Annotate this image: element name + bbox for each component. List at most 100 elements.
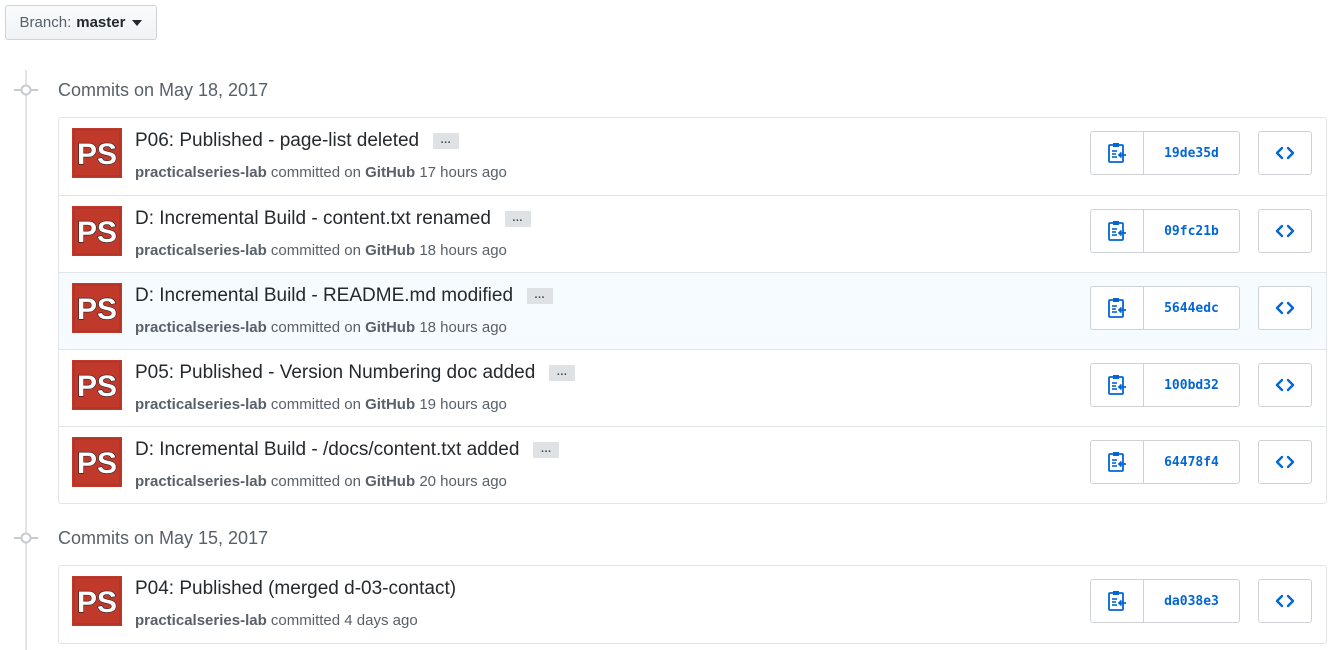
commit-group-title: Commits on May 18, 2017 (58, 80, 269, 100)
clippy-icon (1108, 298, 1126, 318)
branch-label: Branch: (19, 14, 72, 31)
expand-message-button[interactable]: … (433, 133, 460, 149)
caret-down-icon (132, 19, 143, 26)
copy-sha-button[interactable] (1091, 210, 1144, 252)
expand-message-button[interactable]: … (504, 211, 531, 227)
sha-button-group: da038e3 (1090, 579, 1240, 623)
committer-platform-link[interactable]: GitHub (365, 242, 415, 259)
committer-platform-link[interactable]: GitHub (365, 164, 415, 181)
commit-message-link[interactable]: P04: Published (merged d-03-contact) (135, 578, 456, 600)
committer-platform-link[interactable]: GitHub (365, 319, 415, 336)
commit-row: PS D: Incremental Build - /docs/content.… (59, 426, 1326, 503)
commit-message-line: P06: Published - page-list deleted … (135, 130, 460, 152)
branch-value: master (76, 14, 126, 31)
commit-message-line: D: Incremental Build - content.txt renam… (135, 208, 531, 230)
committed-text: committed on (270, 319, 366, 336)
commit-row: PS P05: Published - Version Numbering do… (59, 349, 1326, 426)
clippy-icon (1108, 375, 1126, 395)
commit-author-link[interactable]: practicalseries-lab (135, 396, 267, 413)
commit-group-header: Commits on May 15, 2017 (0, 524, 600, 552)
commit-sha-link[interactable]: 09fc21b (1144, 210, 1239, 252)
commit-row: PS P04: Published (merged d-03-contact) … (59, 566, 1326, 643)
avatar[interactable]: PS (72, 206, 122, 256)
git-commit-icon (14, 84, 38, 96)
sha-button-group: 5644edc (1090, 286, 1240, 330)
commit-meta: practicalseries-lab committed on GitHub … (135, 473, 507, 490)
clippy-icon (1108, 143, 1126, 163)
clippy-icon (1108, 452, 1126, 472)
browse-repo-button[interactable] (1258, 286, 1312, 330)
code-icon (1275, 146, 1295, 160)
commit-sha-link[interactable]: 100bd32 (1144, 364, 1239, 406)
timeline-line (25, 70, 27, 650)
browse-repo-button[interactable] (1258, 131, 1312, 175)
commit-author-link[interactable]: practicalseries-lab (135, 612, 267, 629)
browse-repo-button[interactable] (1258, 363, 1312, 407)
copy-sha-button[interactable] (1091, 132, 1144, 174)
avatar[interactable]: PS (72, 128, 122, 178)
commit-message-link[interactable]: D: Incremental Build - README.md modifie… (135, 285, 513, 307)
sha-button-group: 19de35d (1090, 131, 1240, 175)
commit-author-link[interactable]: practicalseries-lab (135, 319, 267, 336)
sha-button-group: 64478f4 (1090, 440, 1240, 484)
commit-message-line: D: Incremental Build - README.md modifie… (135, 285, 554, 307)
avatar[interactable]: PS (72, 360, 122, 410)
browse-repo-button[interactable] (1258, 440, 1312, 484)
copy-sha-button[interactable] (1091, 441, 1144, 483)
expand-message-button[interactable]: … (527, 288, 554, 304)
clippy-icon (1108, 591, 1126, 611)
code-icon (1275, 378, 1295, 392)
commit-meta: practicalseries-lab committed 4 days ago (135, 612, 418, 629)
copy-sha-button[interactable] (1091, 364, 1144, 406)
committer-platform-link[interactable]: GitHub (365, 473, 415, 490)
commit-message-link[interactable]: P06: Published - page-list deleted (135, 130, 419, 152)
expand-message-button[interactable]: … (549, 365, 576, 381)
avatar[interactable]: PS (72, 283, 122, 333)
code-icon (1275, 301, 1295, 315)
commit-message-line: P04: Published (merged d-03-contact) (135, 578, 456, 600)
avatar[interactable]: PS (72, 437, 122, 487)
commit-row: PS D: Incremental Build - README.md modi… (59, 272, 1326, 349)
commit-row: PS P06: Published - page-list deleted … … (59, 118, 1326, 195)
svg-text:PS: PS (77, 447, 117, 480)
code-icon (1275, 224, 1295, 238)
svg-text:PS: PS (77, 138, 117, 171)
commit-meta: practicalseries-lab committed on GitHub … (135, 242, 507, 259)
sha-button-group: 09fc21b (1090, 209, 1240, 253)
commit-sha-link[interactable]: 5644edc (1144, 287, 1239, 329)
committed-text: committed (270, 612, 345, 629)
branch-select-button[interactable]: Branch: master (5, 5, 157, 40)
commit-author-link[interactable]: practicalseries-lab (135, 242, 267, 259)
commit-message-link[interactable]: D: Incremental Build - content.txt renam… (135, 208, 491, 230)
commit-time: 17 hours ago (419, 164, 507, 181)
commit-sha-link[interactable]: 19de35d (1144, 132, 1239, 174)
clippy-icon (1108, 221, 1126, 241)
commit-author-link[interactable]: practicalseries-lab (135, 473, 267, 490)
commit-time: 4 days ago (344, 612, 418, 629)
commit-group-title: Commits on May 15, 2017 (58, 528, 269, 548)
code-icon (1275, 594, 1295, 608)
commit-row: PS D: Incremental Build - content.txt re… (59, 195, 1326, 272)
commit-meta: practicalseries-lab committed on GitHub … (135, 164, 507, 181)
commit-meta: practicalseries-lab committed on GitHub … (135, 319, 507, 336)
commit-message-link[interactable]: D: Incremental Build - /docs/content.txt… (135, 439, 519, 461)
committed-text: committed on (270, 242, 366, 259)
copy-sha-button[interactable] (1091, 287, 1144, 329)
commit-message-line: D: Incremental Build - /docs/content.txt… (135, 439, 560, 461)
browse-repo-button[interactable] (1258, 579, 1312, 623)
expand-message-button[interactable]: … (533, 442, 560, 458)
committed-text: committed on (270, 396, 366, 413)
committer-platform-link[interactable]: GitHub (365, 396, 415, 413)
browse-repo-button[interactable] (1258, 209, 1312, 253)
commit-author-link[interactable]: practicalseries-lab (135, 164, 267, 181)
svg-text:PS: PS (77, 370, 117, 403)
copy-sha-button[interactable] (1091, 580, 1144, 622)
svg-text:PS: PS (77, 293, 117, 326)
commit-sha-link[interactable]: 64478f4 (1144, 441, 1239, 483)
sha-button-group: 100bd32 (1090, 363, 1240, 407)
committed-text: committed on (270, 164, 366, 181)
commit-message-link[interactable]: P05: Published - Version Numbering doc a… (135, 362, 535, 384)
avatar[interactable]: PS (72, 576, 122, 626)
commit-list: PS P06: Published - page-list deleted … … (58, 117, 1327, 504)
commit-sha-link[interactable]: da038e3 (1144, 580, 1239, 622)
